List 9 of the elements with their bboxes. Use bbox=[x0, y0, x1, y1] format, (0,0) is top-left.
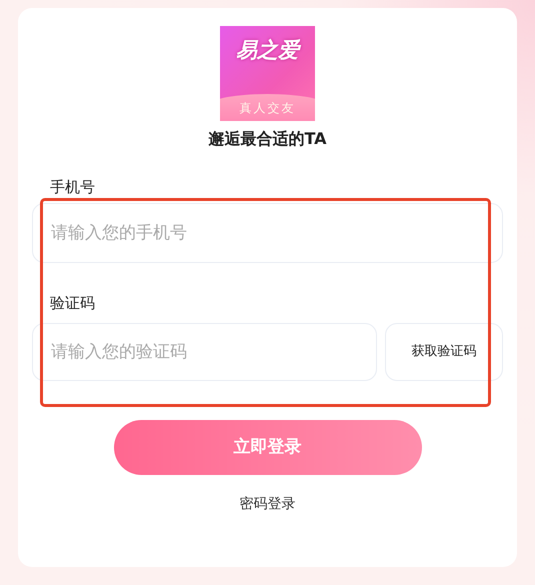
password-login-link[interactable]: 密码登录 bbox=[240, 496, 296, 512]
logo-name: 易之爱 bbox=[236, 38, 299, 62]
slogan: 邂逅最合适的TA bbox=[208, 128, 327, 150]
logo-tagline: 真人交友 bbox=[240, 100, 296, 116]
field-label: 验证码 bbox=[49, 294, 95, 312]
field-label: 手机号 bbox=[49, 178, 95, 196]
phone-field[interactable]: 请输入您的手机号 bbox=[32, 203, 503, 263]
get-code-button[interactable]: 获取验证码 bbox=[385, 323, 503, 381]
code-field[interactable]: 请输入您的验证码 bbox=[32, 323, 377, 381]
